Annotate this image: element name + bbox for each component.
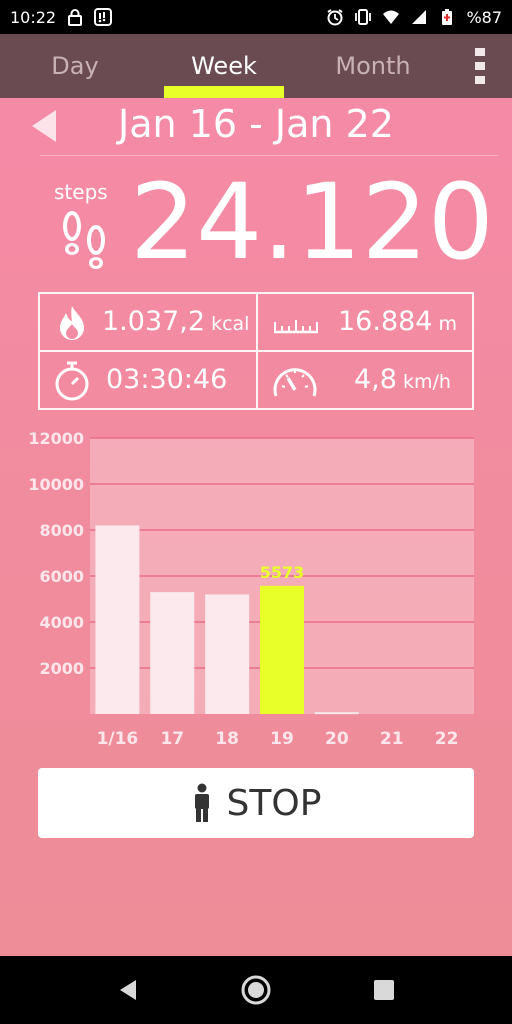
overflow-menu-button[interactable]: [448, 34, 512, 98]
distance-unit: m: [438, 313, 457, 335]
walking-person-icon: [194, 783, 209, 822]
chart-canvas: 2000 4000 6000 8000 10000 12000 1/16 17 18 19 5573…: [28, 429, 474, 749]
chart-bar: [314, 712, 359, 715]
signal-icon: [412, 10, 427, 24]
main-content: Jan 16 - Jan 22 steps 24.120 1.037,2 kcal: [0, 98, 512, 956]
y-tick-label: 2000: [39, 659, 84, 678]
steps-label: steps: [54, 180, 108, 204]
recents-nav-icon[interactable]: [368, 974, 400, 1006]
chart-bar: [260, 585, 304, 714]
calories-unit: kcal: [211, 313, 250, 335]
x-tick-label: 21: [380, 729, 404, 749]
steps-summary: steps 24.120: [50, 162, 494, 284]
duration-value: 03:30:46: [106, 364, 228, 395]
ruler-icon: [274, 320, 318, 334]
steps-count: 24.120: [130, 161, 494, 283]
week-header: Jan 16 - Jan 22: [0, 98, 512, 156]
y-tick-label: 12000: [28, 429, 84, 448]
vibrate-icon: [355, 9, 372, 25]
home-nav-icon[interactable]: [240, 974, 272, 1006]
wifi-icon: [383, 10, 400, 24]
status-bar: 10:22 %87: [0, 0, 512, 34]
stop-label: STOP: [226, 782, 322, 824]
menu-dot: [475, 48, 485, 56]
y-tick-label: 10000: [28, 475, 84, 494]
speedometer-icon: [273, 368, 317, 397]
x-tick-label: 20: [325, 729, 349, 749]
back-nav-icon[interactable]: [112, 974, 144, 1006]
battery-percent: %87: [466, 7, 502, 27]
tab-week[interactable]: Week: [150, 34, 298, 98]
x-tick-label: 17: [160, 729, 184, 749]
footprints-icon: [63, 211, 105, 269]
week-range-title: Jan 16 - Jan 22: [118, 102, 394, 146]
x-tick-label: 22: [435, 729, 459, 749]
lock-icon: [68, 9, 83, 26]
navigation-bar: [0, 956, 512, 1024]
y-tick-label: 8000: [39, 521, 84, 540]
speed-value: 4,8 km/h: [354, 364, 451, 395]
divider: [40, 155, 498, 156]
battery-icon: [442, 9, 453, 25]
x-tick-label: 18: [215, 729, 239, 749]
status-time: 10:22: [10, 7, 57, 27]
stopwatch-icon: [55, 361, 89, 401]
tab-bar: Day Week Month: [0, 34, 512, 98]
flame-icon: [60, 306, 84, 340]
calories-stat: 1.037,2 kcal: [40, 294, 256, 350]
tab-day[interactable]: Day: [0, 34, 150, 98]
chart-bar: [150, 592, 195, 714]
stats-grid: 1.037,2 kcal 16.884 m 03:30:46 4,8 km/h: [38, 292, 474, 410]
notification-app-icon: [94, 8, 113, 26]
weekly-steps-chart: 2000 4000 6000 8000 10000 12000 1/16 17 18 19 5573…: [0, 428, 512, 758]
y-tick-label: 4000: [39, 613, 84, 632]
duration-stat: 03:30:46: [40, 352, 256, 408]
chart-bar: [95, 525, 140, 714]
x-tick-label: 1/16: [97, 729, 139, 749]
calories-value: 1.037,2 kcal: [102, 306, 250, 337]
alarm-icon: [327, 9, 343, 26]
stop-button[interactable]: STOP: [38, 768, 474, 838]
speed-stat: 4,8 km/h: [258, 352, 474, 408]
x-tick-label: 19: [270, 729, 294, 749]
menu-dot: [475, 62, 485, 70]
chart-bar: [205, 594, 250, 714]
bar-data-label: 5573: [260, 563, 305, 582]
distance-value: 16.884 m: [338, 306, 457, 337]
distance-stat: 16.884 m: [258, 294, 474, 350]
y-tick-label: 6000: [39, 567, 84, 586]
speed-unit: km/h: [402, 371, 451, 393]
tab-month[interactable]: Month: [298, 34, 448, 98]
menu-dot: [475, 76, 485, 84]
